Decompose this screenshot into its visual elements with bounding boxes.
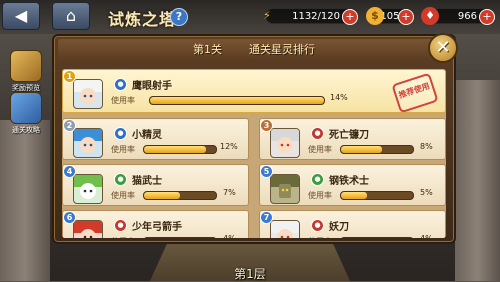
rank-badge: 3 <box>260 119 273 132</box>
hero-name: 少年弓箭手 <box>132 222 182 233</box>
help-icon[interactable]: ? <box>170 8 188 26</box>
strategy-guide-button[interactable]: 通关攻略 <box>4 92 48 135</box>
usage-bar <box>143 191 217 200</box>
rank-badge: 1 <box>63 70 76 83</box>
usage-label: 使用率 <box>111 191 135 200</box>
hero-name: 小精灵 <box>132 130 162 141</box>
usage-label: 使用率 <box>308 191 332 200</box>
class-icon: ● <box>311 173 324 186</box>
ranking-item-5[interactable]: 5 ● 钢铁术士 使用率 5% <box>259 164 446 206</box>
ranking-item-2[interactable]: 2 ● 小精灵 使用率 12% <box>62 118 249 160</box>
panel-title: 通关星灵排行 <box>249 43 315 56</box>
class-icon: ● <box>114 127 127 140</box>
hero-avatar <box>73 220 103 238</box>
energy-counter: ⚡ 1132/120 + <box>263 8 358 25</box>
rank-badge: 5 <box>260 165 273 178</box>
lightning-icon: ⚡ <box>263 9 271 22</box>
gems-counter: ♦ 966 + <box>421 7 495 25</box>
usage-percent: 7% <box>223 188 236 197</box>
background-pillar-right <box>455 80 500 281</box>
usage-bar-fill <box>144 192 180 199</box>
usage-label: 使用率 <box>111 145 135 154</box>
close-button[interactable]: ✕ <box>428 33 458 63</box>
reward-scroll-icon <box>10 50 42 82</box>
add-energy-button[interactable]: + <box>342 9 358 25</box>
top-bar: ◀ ⌂ 试炼之塔 ? ⚡ 1132/120 + $ 1105k + ♦ 966 … <box>0 0 500 34</box>
level-label: 第1关 <box>193 43 222 56</box>
hero-name: 妖刀 <box>329 222 349 233</box>
usage-bar <box>340 237 414 238</box>
usage-bar-fill <box>341 146 383 153</box>
panel-header: 第1关 通关星灵排行 <box>58 39 450 61</box>
hero-avatar <box>73 79 103 109</box>
class-icon: ● <box>114 78 127 91</box>
usage-bar <box>143 237 217 238</box>
gem-icon: ♦ <box>421 7 439 25</box>
rank-badge: 6 <box>63 211 76 224</box>
usage-percent: 4% <box>223 234 236 238</box>
hero-avatar <box>270 128 300 158</box>
usage-bar <box>143 145 217 154</box>
usage-bar <box>340 191 414 200</box>
usage-percent: 8% <box>420 142 433 151</box>
ranking-item-1[interactable]: 1 ● 鹰眼射手 使用率 14% 推荐使用 <box>62 69 446 114</box>
rank-badge: 7 <box>260 211 273 224</box>
usage-bar <box>149 96 325 105</box>
usage-bar-fill <box>341 192 367 199</box>
hero-name: 钢铁术士 <box>329 176 369 187</box>
hero-avatar <box>73 174 103 204</box>
back-arrow-icon: ◀ <box>14 6 28 25</box>
hero-name: 鹰眼射手 <box>132 81 172 92</box>
back-button[interactable]: ◀ <box>2 2 40 30</box>
home-button[interactable]: ⌂ <box>52 2 90 30</box>
strategy-guide-label: 通关攻略 <box>12 126 40 134</box>
reward-preview-button[interactable]: 奖励预览 <box>4 50 48 93</box>
ranking-list[interactable]: 1 ● 鹰眼射手 使用率 14% 推荐使用 2 ● 小精灵 使用率 12% 3 … <box>62 69 446 238</box>
usage-bar <box>340 145 414 154</box>
recommend-stamp: 推荐使用 <box>391 72 439 114</box>
class-icon: ● <box>311 219 324 232</box>
usage-percent: 5% <box>420 188 433 197</box>
add-gems-button[interactable]: + <box>479 9 495 25</box>
class-icon: ● <box>114 173 127 186</box>
usage-label: 使用率 <box>308 145 332 154</box>
close-icon: ✕ <box>435 37 451 58</box>
ranking-item-4[interactable]: 4 ● 猫武士 使用率 7% <box>62 164 249 206</box>
page-title: 试炼之塔 <box>108 10 177 29</box>
ranking-item-7[interactable]: 7 ● 妖刀 使用率 4% <box>259 210 446 238</box>
hero-avatar <box>73 128 103 158</box>
usage-label: 使用率 <box>111 96 135 105</box>
strategy-book-icon <box>10 92 42 124</box>
ranking-item-6[interactable]: 6 ● 少年弓箭手 使用率 4% <box>62 210 249 238</box>
ranking-item-3[interactable]: 3 ● 死亡镰刀 使用率 8% <box>259 118 446 160</box>
usage-bar-fill <box>150 97 324 104</box>
rank-badge: 4 <box>63 165 76 178</box>
home-icon: ⌂ <box>65 6 77 25</box>
class-icon: ● <box>311 127 324 140</box>
usage-percent: 4% <box>420 234 433 238</box>
hero-avatar <box>270 220 300 238</box>
rank-badge: 2 <box>63 119 76 132</box>
usage-percent: 12% <box>220 142 238 151</box>
ranking-panel: 第1关 通关星灵排行 1 ● 鹰眼射手 使用率 14% 推荐使用 2 ● 小精灵… <box>52 34 456 244</box>
hero-name: 猫武士 <box>132 176 162 187</box>
class-icon: ● <box>114 219 127 232</box>
floor-label: 第1层 <box>234 267 266 281</box>
coin-icon: $ <box>366 7 384 25</box>
gold-counter: $ 1105k + <box>366 7 414 25</box>
add-gold-button[interactable]: + <box>398 9 414 25</box>
usage-percent: 14% <box>330 93 348 102</box>
usage-label: 使用率 <box>308 236 332 238</box>
usage-bar-fill <box>144 146 206 153</box>
background-pillar-left <box>0 120 50 281</box>
usage-label: 使用率 <box>111 236 135 238</box>
hero-avatar <box>270 174 300 204</box>
hero-name: 死亡镰刀 <box>329 130 369 141</box>
